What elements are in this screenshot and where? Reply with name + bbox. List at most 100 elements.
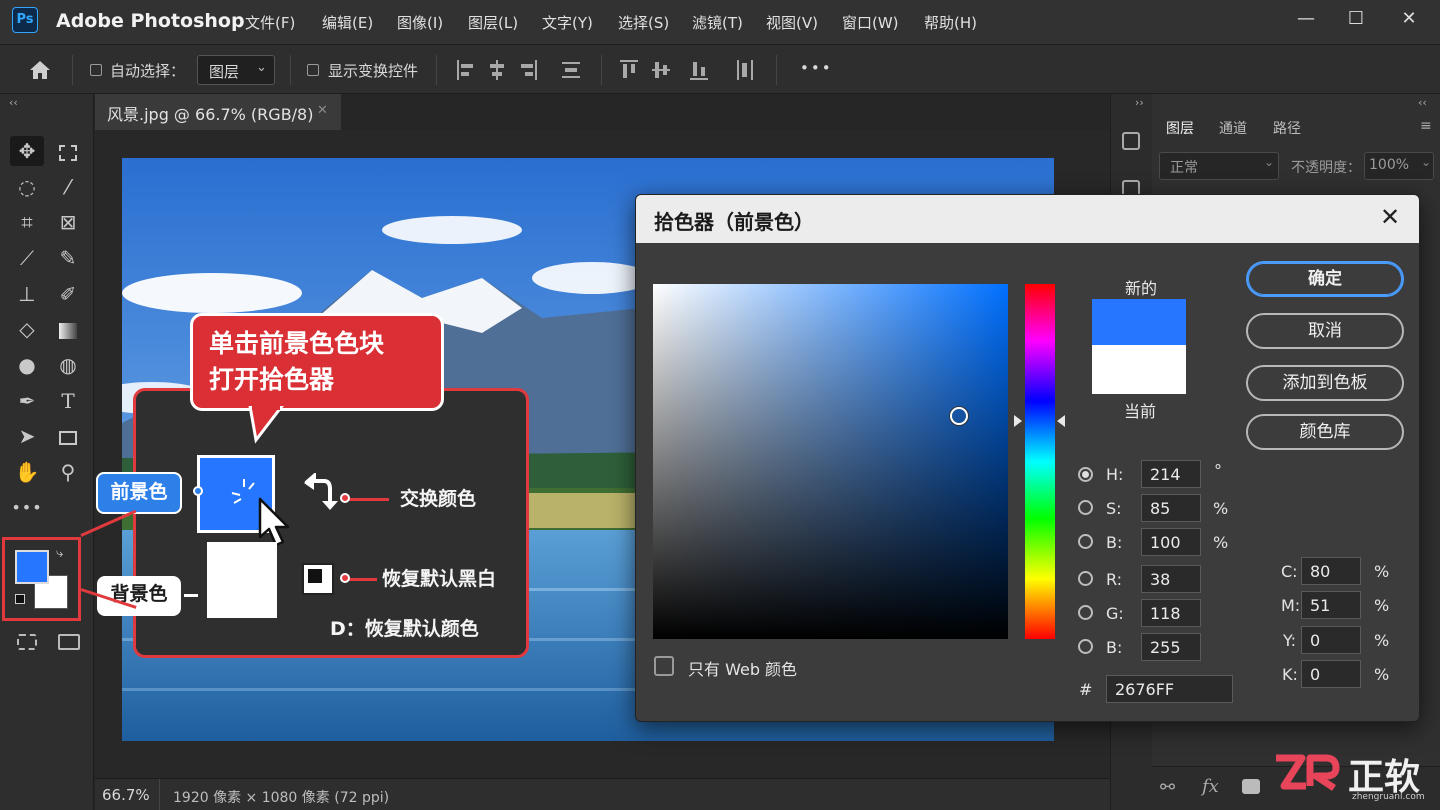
- eyedropper-tool-icon[interactable]: ⟋: [10, 243, 44, 273]
- saturation-field[interactable]: 85: [1141, 494, 1201, 522]
- auto-select-dropdown[interactable]: 图层 ⌄: [197, 55, 275, 85]
- home-icon[interactable]: [29, 60, 51, 80]
- add-mask-icon[interactable]: [1242, 779, 1260, 794]
- menu-file[interactable]: 文件(F): [245, 12, 295, 33]
- cancel-button[interactable]: 取消: [1246, 313, 1404, 349]
- menu-image[interactable]: 图像(I): [397, 12, 443, 33]
- hue-slider-left-handle-icon[interactable]: [1014, 415, 1022, 427]
- menu-layer[interactable]: 图层(L): [468, 12, 518, 33]
- path-select-tool-icon[interactable]: ➤: [10, 421, 44, 451]
- saturation-radio[interactable]: [1078, 500, 1093, 515]
- blue-radio[interactable]: [1078, 639, 1093, 654]
- rectangle-tool-icon[interactable]: [51, 421, 85, 451]
- tab-channels[interactable]: 通道: [1219, 118, 1247, 138]
- red-radio[interactable]: [1078, 571, 1093, 586]
- photoshop-logo-icon: Ps: [12, 7, 38, 33]
- blue-field[interactable]: 255: [1141, 633, 1201, 661]
- zoom-tool-icon[interactable]: ⚲: [51, 457, 85, 487]
- expand-panels-icon[interactable]: ››: [1135, 96, 1144, 109]
- link-layers-icon[interactable]: ⚯: [1160, 777, 1175, 798]
- magenta-field[interactable]: 51: [1301, 591, 1361, 619]
- menu-edit[interactable]: 编辑(E): [322, 12, 373, 33]
- green-radio[interactable]: [1078, 605, 1093, 620]
- distribute-horizontal-icon[interactable]: [736, 60, 754, 80]
- align-bottom-icon[interactable]: [690, 60, 708, 80]
- menu-filter[interactable]: 滤镜(T): [692, 12, 743, 33]
- stamp-tool-icon[interactable]: ⊥: [10, 279, 44, 309]
- menu-type[interactable]: 文字(Y): [542, 12, 593, 33]
- align-center-horizontal-icon[interactable]: [488, 60, 506, 80]
- color-selection-marker[interactable]: [950, 407, 968, 425]
- brush-tool-icon[interactable]: ✎: [51, 243, 85, 273]
- eraser-tool-icon[interactable]: ◇: [10, 314, 44, 344]
- add-to-swatches-button[interactable]: 添加到色板: [1246, 365, 1404, 401]
- distribute-vertical-icon[interactable]: [562, 60, 580, 80]
- align-left-icon[interactable]: [457, 60, 475, 80]
- more-options-icon[interactable]: •••: [800, 59, 833, 77]
- quick-mask-icon[interactable]: [17, 634, 37, 650]
- show-transform-checkbox[interactable]: [307, 64, 319, 76]
- marquee-tool-icon[interactable]: [51, 136, 85, 166]
- close-window-button[interactable]: ✕: [1394, 6, 1424, 32]
- menu-view[interactable]: 视图(V): [766, 12, 818, 33]
- black-field[interactable]: 0: [1301, 660, 1361, 688]
- type-tool-icon[interactable]: T: [51, 386, 85, 416]
- blur-tool-icon[interactable]: ●: [10, 350, 44, 380]
- tab-paths[interactable]: 路径: [1273, 118, 1301, 138]
- quick-select-tool-icon[interactable]: ⁄: [51, 172, 85, 202]
- frame-tool-icon[interactable]: ⊠: [51, 207, 85, 237]
- current-color-preview[interactable]: [1092, 345, 1186, 394]
- yellow-field[interactable]: 0: [1301, 626, 1361, 654]
- saturation-brightness-field[interactable]: [653, 284, 1008, 639]
- web-colors-checkbox[interactable]: [654, 656, 674, 676]
- hex-field[interactable]: 2676FF: [1106, 675, 1233, 703]
- menu-help[interactable]: 帮助(H): [924, 12, 977, 33]
- history-brush-tool-icon[interactable]: ✐: [51, 279, 85, 309]
- crop-tool-icon[interactable]: ⌗: [10, 207, 44, 237]
- screen-mode-icon[interactable]: [58, 634, 80, 650]
- opacity-field[interactable]: 100% ⌄: [1364, 152, 1434, 180]
- panel-menu-icon[interactable]: ≡: [1420, 118, 1432, 134]
- blend-mode-dropdown[interactable]: 正常 ⌄: [1159, 152, 1279, 180]
- percent-unit: %: [1374, 562, 1390, 581]
- hand-tool-icon[interactable]: ✋: [10, 457, 44, 487]
- color-libraries-button[interactable]: 颜色库: [1246, 414, 1404, 450]
- edit-toolbar-icon[interactable]: •••: [10, 493, 44, 523]
- brightness-field[interactable]: 100: [1141, 528, 1201, 556]
- red-field[interactable]: 38: [1141, 565, 1201, 593]
- align-right-icon[interactable]: [519, 60, 537, 80]
- lasso-tool-icon[interactable]: ◌: [10, 172, 44, 202]
- collapse-panels-icon[interactable]: ‹‹: [1418, 96, 1427, 109]
- default-colors-icon[interactable]: [15, 594, 25, 604]
- ok-button[interactable]: 确定: [1246, 261, 1404, 297]
- zoom-level[interactable]: 66.7%: [102, 786, 150, 804]
- minimize-button[interactable]: —: [1291, 6, 1321, 32]
- hue-slider[interactable]: [1025, 284, 1055, 639]
- document-tab[interactable]: 风景.jpg @ 66.7% (RGB/8) ✕: [95, 94, 341, 130]
- pen-tool-icon[interactable]: ✒: [10, 386, 44, 416]
- gradient-tool-icon[interactable]: [51, 314, 85, 344]
- maximize-button[interactable]: ☐: [1341, 6, 1371, 32]
- connector-dot: [340, 573, 350, 583]
- auto-select-checkbox[interactable]: [90, 64, 102, 76]
- foreground-color-swatch[interactable]: [15, 550, 49, 584]
- properties-panel-icon[interactable]: [1122, 132, 1140, 150]
- close-dialog-icon[interactable]: ✕: [1380, 203, 1400, 231]
- collapse-panel-icon[interactable]: ‹‹: [9, 96, 18, 109]
- swap-colors-icon[interactable]: ⤷: [56, 546, 63, 561]
- close-document-icon[interactable]: ✕: [317, 103, 328, 118]
- layer-effects-icon[interactable]: fx: [1202, 776, 1219, 797]
- align-top-icon[interactable]: [620, 60, 638, 80]
- hue-slider-right-handle-icon[interactable]: [1057, 415, 1065, 427]
- green-field[interactable]: 118: [1141, 599, 1201, 627]
- dodge-tool-icon[interactable]: ◍: [51, 350, 85, 380]
- tab-layers[interactable]: 图层: [1166, 118, 1194, 138]
- hue-field[interactable]: 214: [1141, 460, 1201, 488]
- menu-window[interactable]: 窗口(W): [842, 12, 899, 33]
- hue-radio[interactable]: [1078, 467, 1093, 482]
- move-tool-icon[interactable]: ✥: [10, 136, 44, 166]
- brightness-radio[interactable]: [1078, 534, 1093, 549]
- cyan-field[interactable]: 80: [1301, 557, 1361, 585]
- align-middle-icon[interactable]: [652, 60, 670, 80]
- menu-select[interactable]: 选择(S): [618, 12, 669, 33]
